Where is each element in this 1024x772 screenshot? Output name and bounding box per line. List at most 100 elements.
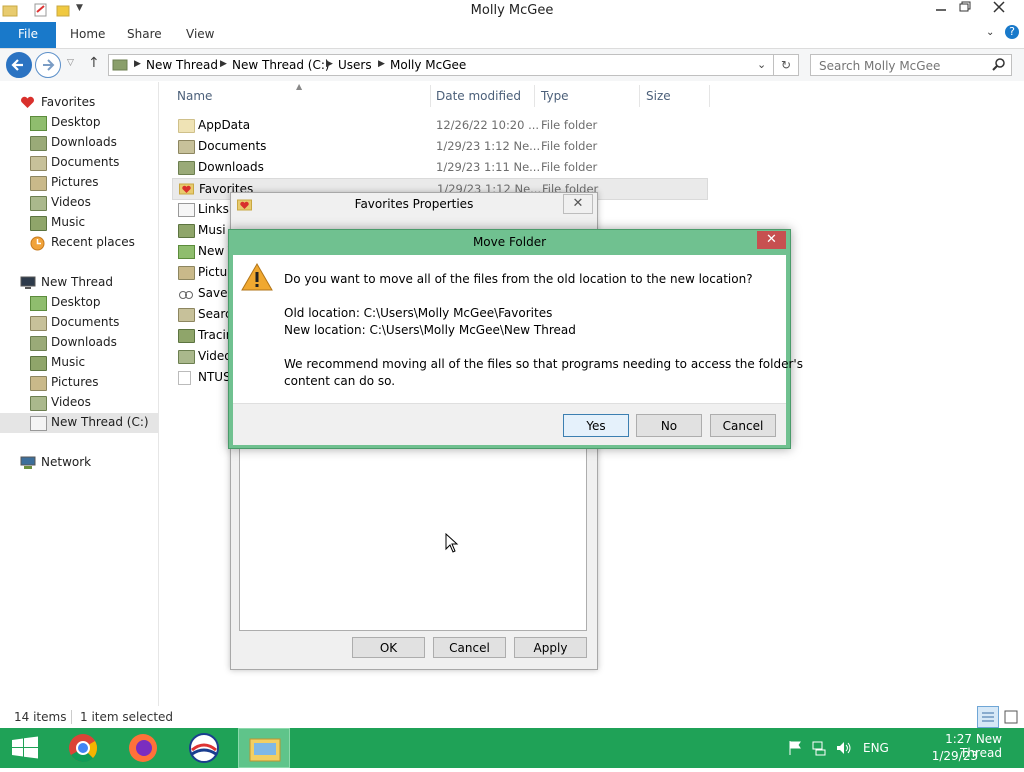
folder-icon [178,119,195,133]
clock-date[interactable]: 1/29/23 [906,749,978,763]
start-button[interactable] [0,728,52,768]
cancel-button[interactable]: Cancel [710,414,776,437]
close-icon[interactable]: ✕ [563,194,593,214]
sidebar-item-recent-places[interactable]: Recent places [0,234,158,252]
ok-button[interactable]: OK [352,637,425,658]
sidebar-item-pc-documents[interactable]: Documents [0,314,158,332]
expand-ribbon-icon[interactable]: ⌄ [986,27,994,38]
desktop-folder-icon [178,245,195,259]
status-bar: 14 items 1 item selected [0,706,1024,728]
pictures-icon [30,176,47,191]
sidebar-item-pc-pictures[interactable]: Pictures [0,374,158,392]
nav-favorites[interactable]: Favorites [0,94,158,112]
sidebar-item-pictures[interactable]: Pictures [0,174,158,192]
sidebar-item-label: Documents [51,315,120,329]
searches-folder-icon [178,308,195,322]
chrome-icon[interactable] [57,728,109,768]
sidebar-item-music[interactable]: Music [0,214,158,232]
breadcrumb-new-thread[interactable]: New Thread [146,58,218,72]
tab-file[interactable]: File [0,22,56,48]
table-row[interactable]: AppData 12/26/22 10:20 ... File folder [172,115,706,135]
navigation-bar: ▽ ↑ ▶ New Thread ▶ New Thread (C:) ▶ Use… [0,49,1024,81]
sidebar-item-pc-videos[interactable]: Videos [0,394,158,412]
breadcrumb-drive[interactable]: New Thread (C:) [232,58,330,72]
tab-home[interactable]: Home [70,27,105,41]
new-location: New location: C:\Users\Molly McGee\New T… [284,323,576,337]
breadcrumb-users[interactable]: Users [338,58,372,72]
item-count: 14 items [14,710,67,724]
column-divider[interactable] [430,85,431,107]
no-button[interactable]: No [636,414,702,437]
search-box[interactable] [810,54,1012,76]
circle-logo-icon[interactable] [178,728,230,768]
selection-count: 1 item selected [80,710,174,724]
refresh-icon[interactable]: ↻ [773,54,799,76]
sidebar-item-downloads[interactable]: Downloads [0,134,158,152]
table-row[interactable]: Downloads 1/29/23 1:11 Ne... File folder [172,157,706,177]
ribbon-tabs: File Home Share View ⌄ ? [0,22,1024,49]
cancel-button[interactable]: Cancel [433,637,506,658]
tab-share[interactable]: Share [127,27,162,41]
file-date: 1/29/23 1:11 Ne... [436,160,541,174]
table-row[interactable]: Documents 1/29/23 1:12 Ne... File folder [172,136,706,156]
firefox-icon[interactable] [117,728,169,768]
breadcrumb-molly-mcgee[interactable]: Molly McGee [390,58,466,72]
sidebar-item-label: Videos [51,395,91,409]
sidebar-item-pc-music[interactable]: Music [0,354,158,372]
up-arrow-icon[interactable]: ↑ [88,55,100,71]
restore-icon[interactable] [951,0,979,20]
links-folder-icon [178,203,195,217]
large-icons-view-icon[interactable] [1001,707,1021,727]
column-divider[interactable] [534,85,535,107]
sidebar-item-label: New Thread (C:) [51,415,149,429]
network-tray-icon[interactable] [811,740,827,759]
mouse-pointer-icon [445,532,459,556]
close-icon[interactable]: ✕ [757,231,786,249]
nav-network[interactable]: Network [0,454,158,472]
file-name: AppData [198,118,251,132]
close-icon[interactable] [976,0,1022,20]
move-dialog-footer: Yes No Cancel [233,403,786,445]
column-header-size[interactable]: Size [646,89,671,103]
music-icon [30,356,47,371]
file-name: Links [198,202,229,216]
yes-button[interactable]: Yes [563,414,629,437]
move-folder-dialog: Move Folder ✕ Do you want to move all of… [228,229,803,449]
language-indicator[interactable]: ENG [863,741,889,755]
sidebar-item-documents[interactable]: Documents [0,154,158,172]
column-divider[interactable] [639,85,640,107]
sidebar-item-pc-desktop[interactable]: Desktop [0,294,158,312]
nav-network-label: Network [41,455,92,469]
column-header-name[interactable]: Name [177,89,212,103]
sidebar-item-pc-downloads[interactable]: Downloads [0,334,158,352]
action-center-flag-icon[interactable] [787,740,803,759]
tab-view[interactable]: View [186,27,214,41]
search-input[interactable] [817,57,991,75]
music-icon [30,216,47,231]
recent-locations-icon[interactable]: ▽ [67,58,74,68]
column-header-type[interactable]: Type [541,89,569,103]
window-title: Molly McGee [470,3,554,18]
column-divider[interactable] [709,85,710,107]
volume-icon[interactable] [835,740,853,759]
forward-button[interactable] [35,52,61,78]
search-icon[interactable] [992,57,1006,74]
address-dropdown-icon[interactable]: ⌄ [757,58,766,71]
sidebar-item-drive-c[interactable]: New Thread (C:) [0,413,158,433]
file-name: Downloads [198,160,264,174]
file-explorer-icon[interactable] [238,728,290,768]
move-dialog-title: Move Folder [472,235,547,249]
sort-ascending-icon: ▲ [296,82,303,91]
file-name: Documents [198,139,267,153]
breadcrumb-separator-icon: ▶ [378,59,385,69]
videos-icon [30,196,47,211]
apply-button[interactable]: Apply [514,637,587,658]
details-view-icon[interactable] [977,706,999,728]
sidebar-item-videos[interactable]: Videos [0,194,158,212]
help-icon[interactable]: ? [1005,25,1019,39]
sidebar-item-desktop[interactable]: Desktop [0,114,158,132]
back-button[interactable] [6,52,32,78]
nav-this-pc[interactable]: New Thread [0,274,158,292]
column-header-date[interactable]: Date modified [436,89,521,103]
address-bar[interactable]: ▶ New Thread ▶ New Thread (C:) ▶ Users ▶… [108,54,774,76]
